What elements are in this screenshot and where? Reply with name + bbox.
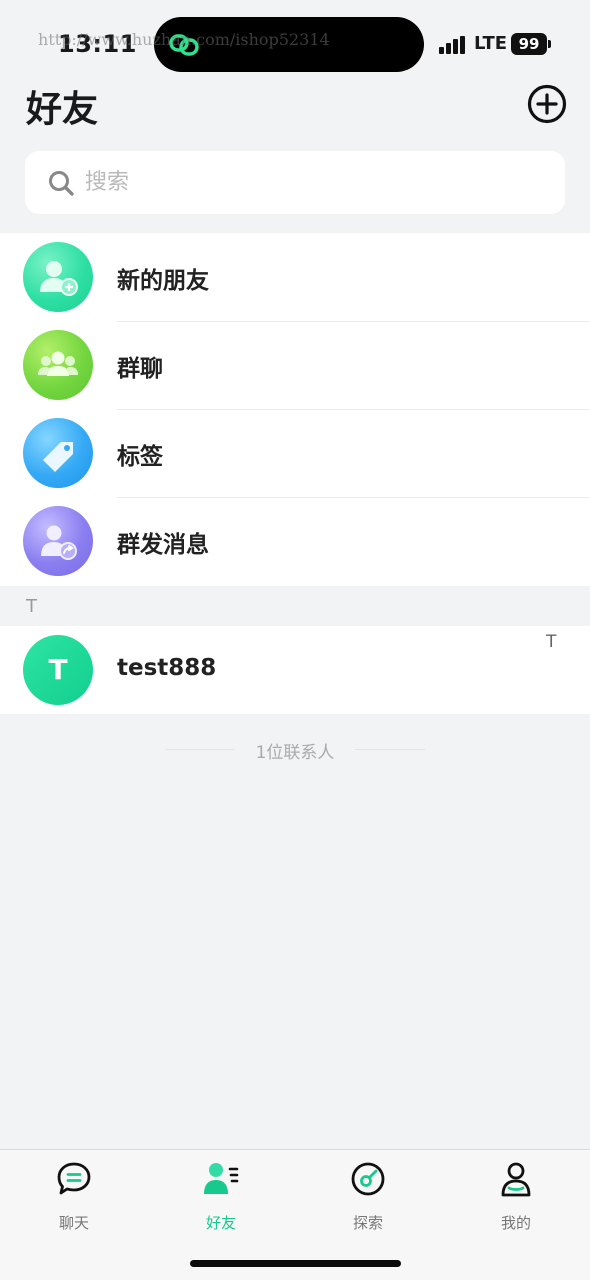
tab-friends-label: 好友 (205, 1214, 236, 1232)
tab-friends[interactable]: 好友 (171, 1156, 271, 1232)
page-title: 好友 (26, 89, 99, 130)
chat-icon (57, 1162, 91, 1195)
avatar: T (23, 635, 93, 705)
tags-item[interactable]: 标签 (0, 409, 590, 497)
battery-tip (548, 40, 551, 48)
section-header-letter: T (26, 596, 37, 617)
search-bar[interactable] (25, 151, 565, 214)
status-time: 13:11 (58, 30, 137, 58)
battery-indicator: 99 (511, 33, 547, 55)
tab-profile-label: 我的 (500, 1214, 531, 1232)
function-list: 新的朋友 群聊 标签 群发消息 (0, 233, 590, 586)
broadcast-icon (23, 506, 93, 576)
new-friends-item[interactable]: 新的朋友 (0, 233, 590, 321)
divider (355, 749, 425, 750)
contact-count: 1位联系人 (255, 743, 335, 763)
tag-icon (23, 418, 93, 488)
contact-row[interactable]: T test888 (0, 626, 590, 714)
contact-name: test888 (117, 655, 217, 681)
search-icon (49, 171, 74, 196)
tab-profile[interactable]: 我的 (466, 1156, 566, 1232)
dynamic-island (154, 17, 424, 72)
contact-count-footer: 1位联系人 (165, 738, 425, 763)
group-chat-item[interactable]: 群聊 (0, 321, 590, 409)
plus-circle-icon[interactable] (527, 84, 567, 124)
broadcast-item[interactable]: 群发消息 (0, 497, 590, 585)
group-chat-icon (23, 330, 93, 400)
tab-chat-label: 聊天 (58, 1214, 89, 1232)
signal-icon (439, 36, 465, 54)
status-bar: 13:11 http://www.huzhan.com/ishop52314 L… (0, 0, 590, 88)
link-icon (169, 34, 199, 56)
new-friends-label: 新的朋友 (117, 268, 209, 294)
broadcast-label: 群发消息 (117, 532, 209, 558)
profile-icon (501, 1162, 531, 1197)
search-input[interactable] (85, 151, 545, 214)
tags-label: 标签 (117, 444, 163, 470)
index-bar-letter[interactable]: T (546, 632, 556, 652)
explore-icon (351, 1162, 385, 1196)
home-indicator[interactable] (190, 1260, 401, 1267)
tab-chat[interactable]: 聊天 (24, 1156, 124, 1232)
network-label: LTE (474, 33, 508, 54)
tab-explore-label: 探索 (352, 1214, 383, 1232)
friends-icon (204, 1163, 239, 1194)
group-chat-label: 群聊 (117, 356, 163, 382)
tab-explore[interactable]: 探索 (318, 1156, 418, 1232)
add-friend-icon (23, 242, 93, 312)
